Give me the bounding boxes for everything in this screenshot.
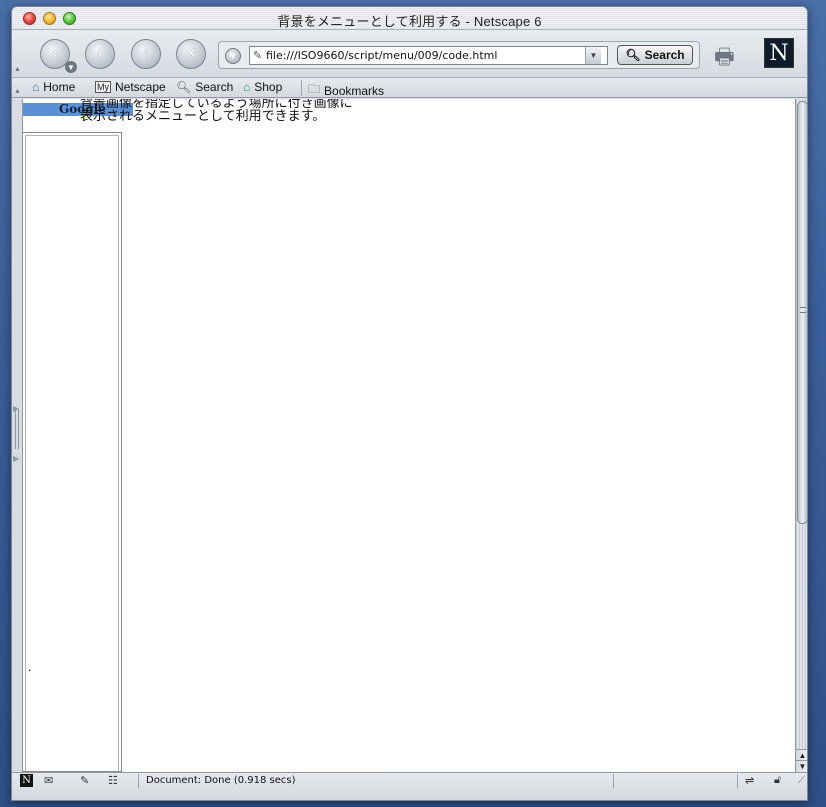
online-status-icon[interactable]: ⇌ <box>745 774 754 787</box>
bookmark-shop[interactable]: ⌂ Shop <box>243 80 282 94</box>
mail-icon[interactable]: ✉ <box>44 774 53 787</box>
bookmark-netscape-label: Netscape <box>115 80 166 94</box>
left-menu-frame: . <box>23 132 122 772</box>
scroll-grip-icon <box>800 307 806 313</box>
scrollbar-thumb[interactable] <box>797 101 807 524</box>
forward-button[interactable]: › <box>85 39 115 69</box>
sidebar-splitter[interactable]: ▶ ▶ <box>12 99 23 772</box>
search-button[interactable]: 🔍︎ Search <box>617 45 693 65</box>
status-text: Document: Done (0.918 secs) <box>146 775 296 786</box>
netscape-status-icon[interactable]: N <box>20 774 33 787</box>
reload-icon: ↑ <box>142 45 150 62</box>
bookmarks-label: Bookmarks <box>324 83 385 98</box>
bookmark-search[interactable]: 🔍︎ Search <box>176 80 233 94</box>
url-history-button[interactable]: ▼ <box>225 48 241 64</box>
vertical-scrollbar[interactable]: ▲ ▼ <box>795 99 807 772</box>
collapse-bookmarks-icon[interactable]: ▲ <box>14 88 21 95</box>
bookmarks-menu-button[interactable]: 🗀︎ Bookmarks <box>308 80 384 101</box>
search-button-label: Search <box>644 48 685 62</box>
url-text: file:///ISO9660/script/menu/009/code.htm… <box>266 49 498 62</box>
url-input[interactable]: ✎ file:///ISO9660/script/menu/009/code.h… <box>249 46 608 65</box>
composer-icon[interactable]: ✎ <box>80 774 89 787</box>
bookmark-home-label: Home <box>43 80 76 94</box>
personal-toolbar: ▲ ⌂ Home My Netscape 🔍︎ Search ⌂ Shop 🗀︎… <box>12 78 807 98</box>
scroll-down-button[interactable]: ▼ <box>796 760 807 772</box>
shop-icon: ⌂ <box>243 80 251 94</box>
print-icon[interactable]: 🖶︎ <box>714 40 735 78</box>
bookmark-home[interactable]: ⌂ Home <box>32 80 75 94</box>
back-history-dropdown[interactable]: ▼ <box>65 61 77 73</box>
netscape-logo[interactable]: N <box>764 38 794 68</box>
expand-sidebar-icon[interactable]: ▶ <box>13 454 19 463</box>
left-frame-border <box>25 135 119 771</box>
magnifier-icon: 🔍︎ <box>176 80 192 94</box>
window-title: 背景をメニューとして利用する - Netscape 6 <box>277 14 542 29</box>
forward-arrow-icon: › <box>97 45 103 62</box>
house-icon: ⌂ <box>32 80 40 94</box>
bookmark-search-label: Search <box>195 80 234 94</box>
my-netscape-icon: My <box>95 81 111 93</box>
security-lock-icon[interactable]: 🔓︎ <box>774 774 781 787</box>
page-dot: . <box>28 660 32 674</box>
page-content: Google 背景画像を指定しているよう場所に付き画像に 表示されるメニューとし… <box>23 99 795 772</box>
bookmark-my-netscape[interactable]: My Netscape <box>95 80 166 94</box>
back-arrow-icon: ‹ <box>52 45 58 62</box>
collapse-toolbar-icon[interactable]: ▲ <box>14 66 21 73</box>
resize-grip-icon[interactable]: ⟋ <box>798 775 805 786</box>
status-separator <box>613 774 614 788</box>
reload-button[interactable]: ↑ <box>131 39 161 69</box>
status-separator <box>138 774 139 788</box>
page-text-line: 表示されるメニューとして利用できます。 <box>80 109 326 124</box>
address-book-icon[interactable]: ☷ <box>108 774 118 787</box>
magnifier-icon: 🔍︎ <box>625 48 641 62</box>
bookmarks-separator <box>301 80 302 96</box>
status-bar: N ✉ ✎ ☷ Document: Done (0.918 secs) ⇌ 🔓︎… <box>12 772 807 800</box>
bookmark-shop-label: Shop <box>254 80 283 94</box>
page-proxy-icon[interactable]: ✎ <box>253 49 262 62</box>
splitter-grip-icon[interactable] <box>15 409 19 449</box>
url-dropdown-button[interactable]: ▼ <box>585 47 601 64</box>
folder-icon: 🗀︎ <box>308 82 321 96</box>
stop-button[interactable]: × <box>176 39 206 69</box>
status-separator <box>737 774 738 788</box>
status-row: N ✉ ✎ ☷ Document: Done (0.918 secs) ⇌ 🔓︎… <box>12 773 807 789</box>
navigation-toolbar: ▲ ‹ ▼ › ↑ × ▼ ✎ file:///ISO9660/script/m… <box>12 30 807 78</box>
title-bar[interactable]: 背景をメニューとして利用する - Netscape 6 <box>12 7 807 30</box>
browser-window: 背景をメニューとして利用する - Netscape 6 ▲ ‹ ▼ › ↑ × … <box>11 6 808 801</box>
stop-icon: × <box>186 45 196 62</box>
url-bar-well: ▼ ✎ file:///ISO9660/script/menu/009/code… <box>218 41 700 69</box>
